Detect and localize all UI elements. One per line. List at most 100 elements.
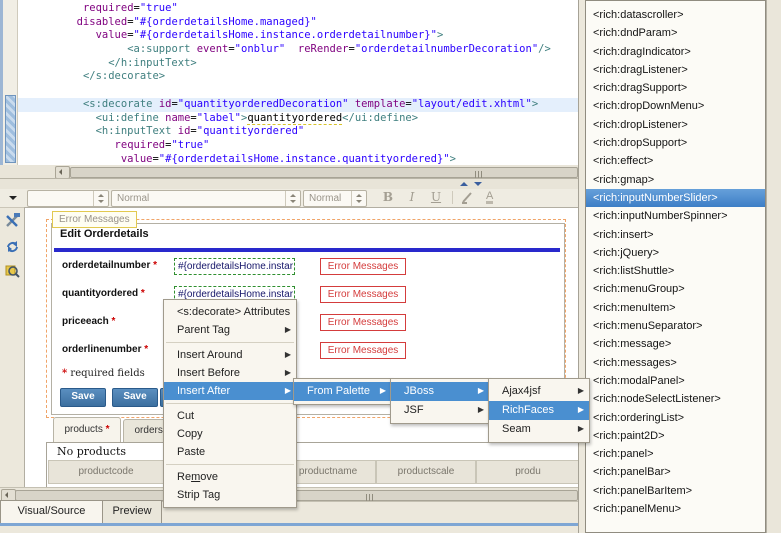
font-style-combo[interactable] bbox=[27, 190, 109, 207]
palette-item[interactable]: <rich:dragIndicator> bbox=[586, 43, 765, 61]
menu-item[interactable]: Strip Tag bbox=[164, 486, 296, 504]
palette-item[interactable]: <rich:menuGroup> bbox=[586, 280, 765, 298]
code-line[interactable]: required="true" bbox=[18, 139, 578, 153]
menu-item[interactable]: JBoss▶ bbox=[391, 382, 489, 401]
palette-item[interactable]: <rich:dropSupport> bbox=[586, 134, 765, 152]
tab-products[interactable]: products * bbox=[53, 417, 121, 443]
code-line[interactable]: value="#{orderdetailsHome.instance.order… bbox=[18, 29, 578, 43]
collapse-down-icon[interactable] bbox=[474, 182, 482, 186]
palette-item[interactable]: <rich:panelBarItem> bbox=[586, 482, 765, 500]
paragraph-format-combo[interactable]: Normal bbox=[111, 190, 301, 207]
palette-item[interactable]: <rich:paint2D> bbox=[586, 427, 765, 445]
code-token: reRender bbox=[298, 43, 349, 55]
menu-item[interactable]: Paste bbox=[164, 443, 296, 461]
palette-item[interactable]: <rich:orderingList> bbox=[586, 409, 765, 427]
palette-item[interactable]: <rich:panel> bbox=[586, 445, 765, 463]
tools-icon[interactable] bbox=[4, 212, 21, 229]
palette-item[interactable]: <rich:dragListener> bbox=[586, 61, 765, 79]
code-line[interactable]: disabled="#{orderdetailsHome.managed}" bbox=[18, 16, 578, 30]
code-line[interactable]: <h:inputText id="quantityordered" bbox=[18, 125, 578, 139]
code-line[interactable]: </s:decorate> bbox=[18, 70, 578, 84]
save-button[interactable]: Save bbox=[60, 388, 106, 407]
refresh-icon[interactable] bbox=[4, 238, 21, 255]
save-button[interactable]: Save bbox=[112, 388, 158, 407]
code-token: </h:inputText> bbox=[108, 57, 197, 69]
menu-item[interactable]: Remove bbox=[164, 468, 296, 486]
menu-item[interactable]: Parent Tag▶ bbox=[164, 321, 296, 339]
tab-preview[interactable]: Preview bbox=[102, 500, 162, 523]
palette-item[interactable]: <rich:menuSeparator> bbox=[586, 317, 765, 335]
code-lines[interactable]: required="true" disabled="#{orderdetails… bbox=[18, 2, 578, 166]
menu-item-label: JBoss bbox=[404, 385, 434, 397]
dropdown-arrow-icon[interactable] bbox=[9, 196, 17, 200]
code-line[interactable]: </h:inputText> bbox=[18, 57, 578, 71]
menu-item[interactable]: JSF▶ bbox=[391, 401, 489, 420]
submenu-arrow-icon: ▶ bbox=[578, 382, 584, 400]
palette-item[interactable]: <rich:panelMenu> bbox=[586, 500, 765, 518]
menu-item[interactable]: From Palette▶ bbox=[294, 382, 391, 401]
menu-item[interactable]: Insert Around▶ bbox=[164, 346, 296, 364]
annotation-ruler[interactable] bbox=[3, 0, 18, 165]
field-label: quantityordered * bbox=[62, 288, 145, 299]
code-line[interactable]: required="true" bbox=[18, 2, 578, 16]
palette-item[interactable]: <rich:inputNumberSlider> bbox=[586, 189, 765, 207]
combo-spinner-icon[interactable] bbox=[93, 191, 108, 206]
palette-item[interactable]: <rich:dndParam> bbox=[586, 24, 765, 42]
palette-item[interactable]: <rich:dropDownMenu> bbox=[586, 97, 765, 115]
code-line[interactable]: <ui:define name="label">quantityordered<… bbox=[18, 112, 578, 126]
toolbar-separator bbox=[452, 191, 453, 204]
source-code-editor[interactable]: required="true" disabled="#{orderdetails… bbox=[0, 0, 578, 166]
bold-button[interactable]: B bbox=[378, 190, 398, 205]
table-header-productcode[interactable]: productcode bbox=[48, 460, 164, 484]
table-header-produ[interactable]: produ bbox=[476, 460, 579, 484]
tab-visual-source[interactable]: Visual/Source bbox=[0, 500, 103, 523]
richfaces-palette[interactable]: <rich:datascroller><rich:dndParam><rich:… bbox=[585, 0, 766, 533]
menu-item-label: Paste bbox=[177, 446, 205, 458]
form-row: orderdetailnumber *#{orderdetailsHome.in… bbox=[52, 258, 564, 278]
palette-item[interactable]: <rich:jQuery> bbox=[586, 244, 765, 262]
preferences-search-icon[interactable] bbox=[4, 263, 21, 280]
code-token bbox=[45, 2, 83, 14]
italic-button[interactable]: I bbox=[402, 190, 422, 205]
combo-spinner-icon[interactable] bbox=[285, 191, 300, 206]
menu-item[interactable]: Insert After▶ bbox=[164, 382, 296, 400]
palette-item[interactable]: <rich:effect> bbox=[586, 152, 765, 170]
code-line[interactable]: <s:decorate id="quantityorderedDecoratio… bbox=[18, 98, 578, 112]
palette-item[interactable]: <rich:datascroller> bbox=[586, 6, 765, 24]
code-horizontal-scrollbar[interactable] bbox=[0, 165, 578, 179]
code-line[interactable] bbox=[18, 84, 578, 98]
menu-item[interactable]: Ajax4jsf▶ bbox=[489, 382, 589, 401]
palette-item[interactable]: <rich:messages> bbox=[586, 354, 765, 372]
menu-item[interactable]: RichFaces▶ bbox=[489, 401, 589, 420]
menu-item[interactable]: Copy bbox=[164, 425, 296, 443]
palette-item[interactable]: <rich:inputNumberSpinner> bbox=[586, 207, 765, 225]
palette-item[interactable]: <rich:nodeSelectListener> bbox=[586, 390, 765, 408]
code-token: </s:decorate> bbox=[83, 70, 165, 82]
palette-item[interactable]: <rich:listShuttle> bbox=[586, 262, 765, 280]
menu-item[interactable]: Seam▶ bbox=[489, 420, 589, 439]
menu-item[interactable]: Cut bbox=[164, 407, 296, 425]
scrollbar-thumb[interactable] bbox=[70, 167, 578, 178]
palette-item[interactable]: <rich:modalPanel> bbox=[586, 372, 765, 390]
code-line[interactable]: <a:support event="onblur" reRender="orde… bbox=[18, 43, 578, 57]
highlight-pen-icon[interactable] bbox=[460, 190, 475, 208]
collapse-up-icon[interactable] bbox=[460, 182, 468, 186]
palette-item[interactable]: <rich:panelBar> bbox=[586, 463, 765, 481]
font-size-combo[interactable]: Normal bbox=[303, 190, 367, 207]
visual-design-pane[interactable]: Error Messages Edit Orderdetails orderde… bbox=[24, 207, 579, 488]
palette-item[interactable]: <rich:dropListener> bbox=[586, 116, 765, 134]
combo-spinner-icon[interactable] bbox=[351, 191, 366, 206]
code-token: "onblur" bbox=[235, 43, 286, 55]
palette-item[interactable]: <rich:menuItem> bbox=[586, 299, 765, 317]
menu-item[interactable]: Insert Before▶ bbox=[164, 364, 296, 382]
palette-item[interactable]: <rich:dragSupport> bbox=[586, 79, 765, 97]
table-header-productscale[interactable]: productscale bbox=[376, 460, 476, 484]
font-color-icon[interactable]: A bbox=[486, 190, 493, 204]
underline-button[interactable]: U bbox=[426, 190, 446, 205]
palette-item[interactable]: <rich:message> bbox=[586, 335, 765, 353]
submenu-arrow-icon: ▶ bbox=[578, 401, 584, 419]
palette-item[interactable]: <rich:insert> bbox=[586, 226, 765, 244]
field-input[interactable]: #{orderdetailsHome.instar bbox=[174, 258, 295, 275]
palette-item[interactable]: <rich:gmap> bbox=[586, 171, 765, 189]
menu-item[interactable]: <s:decorate> Attributes bbox=[164, 303, 296, 321]
